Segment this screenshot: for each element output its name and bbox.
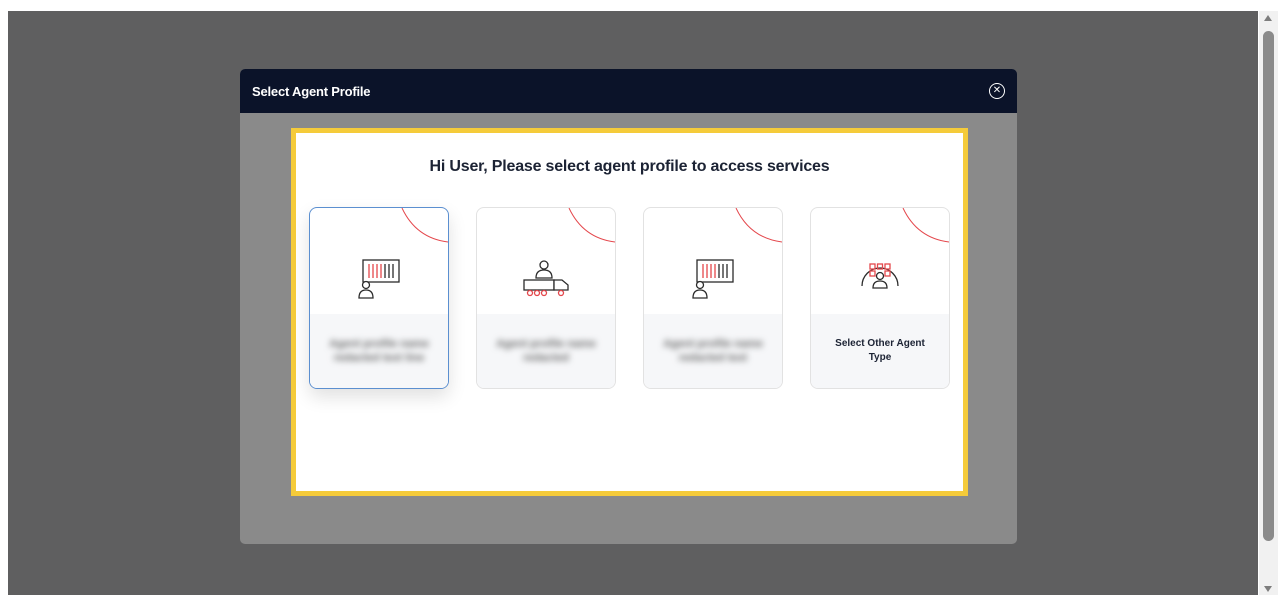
corner-arc-decoration [902, 208, 949, 243]
modal-header: Select Agent Profile ✕ [240, 69, 1017, 113]
agent-card-2[interactable]: Agent profile name redacted [476, 207, 616, 389]
modal-title: Select Agent Profile [252, 83, 371, 99]
agent-card-footer: Agent profile name redacted text line [310, 314, 448, 388]
agent-profile-panel: Hi User, Please select agent profile to … [291, 128, 968, 496]
select-other-agent-type-label: Select Other Agent Type [835, 338, 925, 363]
container-agent-icon [644, 248, 782, 308]
agent-card-list: Agent profile name redacted text line Ag… [309, 207, 950, 389]
scroll-up-arrow-icon[interactable] [1264, 15, 1272, 21]
close-circle-icon[interactable]: ✕ [989, 83, 1005, 99]
scroll-down-arrow-icon[interactable] [1264, 586, 1272, 592]
network-agent-icon [811, 248, 949, 308]
greeting-heading: Hi User, Please select agent profile to … [429, 158, 830, 175]
agent-card-label: Agent profile name redacted text line [329, 338, 429, 364]
agent-card-footer: Agent profile name redacted text [644, 314, 782, 388]
corner-arc-decoration [735, 208, 782, 243]
truck-agent-icon [477, 248, 615, 308]
agent-card-label: Agent profile name redacted [496, 338, 596, 364]
agent-card-3[interactable]: Agent profile name redacted text [643, 207, 783, 389]
agent-card-footer: Agent profile name redacted [477, 314, 615, 388]
corner-arc-decoration [401, 208, 448, 243]
agent-card-label: Agent profile name redacted text [663, 338, 763, 364]
scroll-thumb[interactable] [1263, 31, 1274, 541]
agent-card-footer: Select Other Agent Type [811, 314, 949, 388]
container-agent-icon [310, 248, 448, 308]
page-scrollbar[interactable] [1259, 11, 1278, 595]
agent-card-select-other[interactable]: Select Other Agent Type [810, 207, 950, 389]
corner-arc-decoration [568, 208, 615, 243]
select-agent-profile-modal: Select Agent Profile ✕ Hi User, Please s… [240, 69, 1017, 544]
agent-card-1[interactable]: Agent profile name redacted text line [309, 207, 449, 389]
